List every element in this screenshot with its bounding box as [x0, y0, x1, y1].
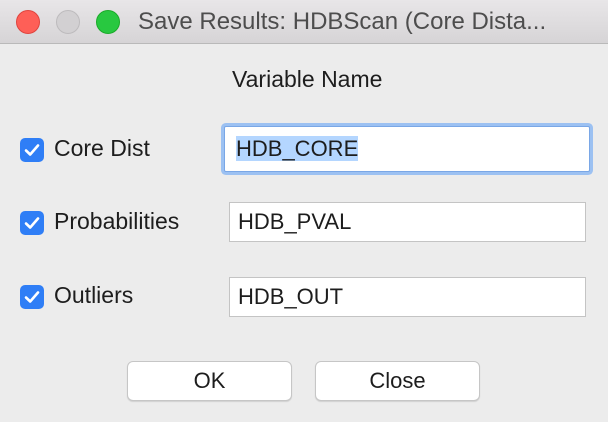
probabilities-label: Probabilities [54, 208, 180, 234]
minimize-window-button[interactable] [56, 10, 80, 34]
title-bar[interactable]: Save Results: HDBScan (Core Dista... [0, 0, 608, 44]
probabilities-checkbox[interactable] [20, 211, 44, 235]
close-window-button[interactable] [16, 10, 40, 34]
variable-name-header: Variable Name [232, 66, 383, 92]
outliers-variable-input[interactable]: HDB_OUT [229, 277, 586, 317]
core-dist-variable-value: HDB_CORE [236, 136, 359, 161]
save-results-dialog: Save Results: HDBScan (Core Dista... Var… [0, 0, 608, 422]
close-button[interactable]: Close [315, 361, 480, 401]
outliers-checkbox[interactable] [20, 285, 44, 309]
core-dist-variable-input[interactable]: HDB_CORE [224, 126, 590, 172]
checkmark-icon [24, 144, 40, 156]
ok-button[interactable]: OK [127, 361, 292, 401]
probabilities-variable-value: HDB_PVAL [238, 209, 352, 234]
outliers-label: Outliers [54, 282, 134, 308]
checkmark-icon [24, 217, 40, 229]
probabilities-variable-input[interactable]: HDB_PVAL [229, 202, 586, 242]
core-dist-label: Core Dist [54, 135, 150, 161]
zoom-window-button[interactable] [96, 10, 120, 34]
outliers-variable-value: HDB_OUT [238, 284, 344, 309]
core-dist-checkbox[interactable] [20, 138, 44, 162]
window-title: Save Results: HDBScan (Core Dista... [138, 8, 547, 35]
checkmark-icon [24, 291, 40, 303]
